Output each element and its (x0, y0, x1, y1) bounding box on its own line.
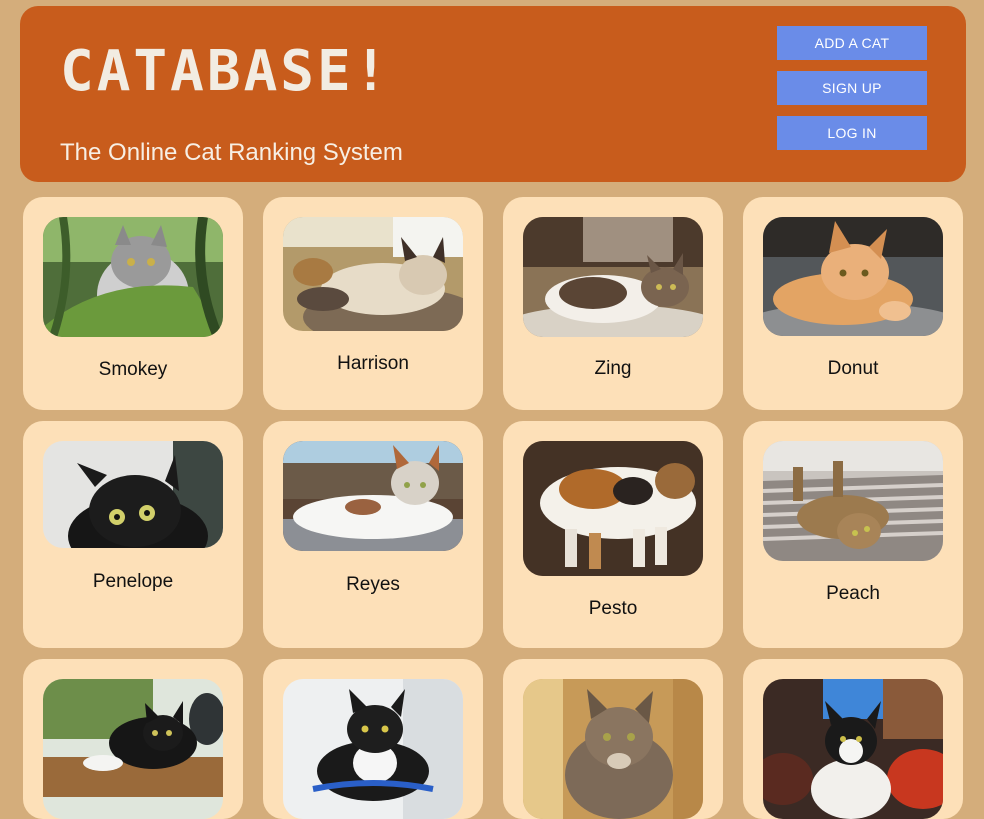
cat-photo[interactable] (523, 217, 703, 337)
cat-card[interactable]: Reyes (263, 421, 483, 648)
cat-card[interactable] (23, 659, 243, 819)
cat-card[interactable]: Penelope (23, 421, 243, 648)
cat-name[interactable]: Peach (743, 583, 963, 605)
cat-card[interactable]: Zing (503, 197, 723, 410)
cat-name[interactable]: Zing (503, 358, 723, 380)
cat-photo[interactable] (283, 679, 463, 819)
cat-name[interactable]: Reyes (263, 574, 483, 596)
cat-photo[interactable] (523, 679, 703, 819)
cat-name[interactable]: Pesto (503, 598, 723, 620)
cat-card[interactable]: Donut (743, 197, 963, 410)
cat-photo[interactable] (283, 217, 463, 331)
cat-card[interactable]: Smokey (23, 197, 243, 410)
cat-card[interactable] (503, 659, 723, 819)
cat-card[interactable] (263, 659, 483, 819)
site-tagline: The Online Cat Ranking System (60, 139, 403, 166)
cat-card[interactable]: Pesto (503, 421, 723, 648)
cat-photo[interactable] (763, 217, 943, 336)
cat-card[interactable]: Peach (743, 421, 963, 648)
cat-name[interactable]: Harrison (263, 353, 483, 375)
cat-photo[interactable] (43, 217, 223, 337)
cat-photo[interactable] (763, 679, 943, 819)
cat-name[interactable]: Smokey (23, 359, 243, 381)
sign-up-button[interactable]: SIGN UP (777, 71, 927, 105)
site-logo[interactable]: CATABASE! (60, 44, 390, 100)
cat-photo[interactable] (43, 441, 223, 548)
cat-photo[interactable] (523, 441, 703, 576)
cat-name[interactable]: Penelope (23, 571, 243, 593)
log-in-button[interactable]: LOG IN (777, 116, 927, 150)
cat-card[interactable]: Harrison (263, 197, 483, 410)
cat-photo[interactable] (763, 441, 943, 561)
cat-name[interactable]: Donut (743, 358, 963, 380)
cat-photo[interactable] (43, 679, 223, 819)
add-cat-button[interactable]: ADD A CAT (777, 26, 927, 60)
cat-card[interactable] (743, 659, 963, 819)
cat-photo[interactable] (283, 441, 463, 551)
